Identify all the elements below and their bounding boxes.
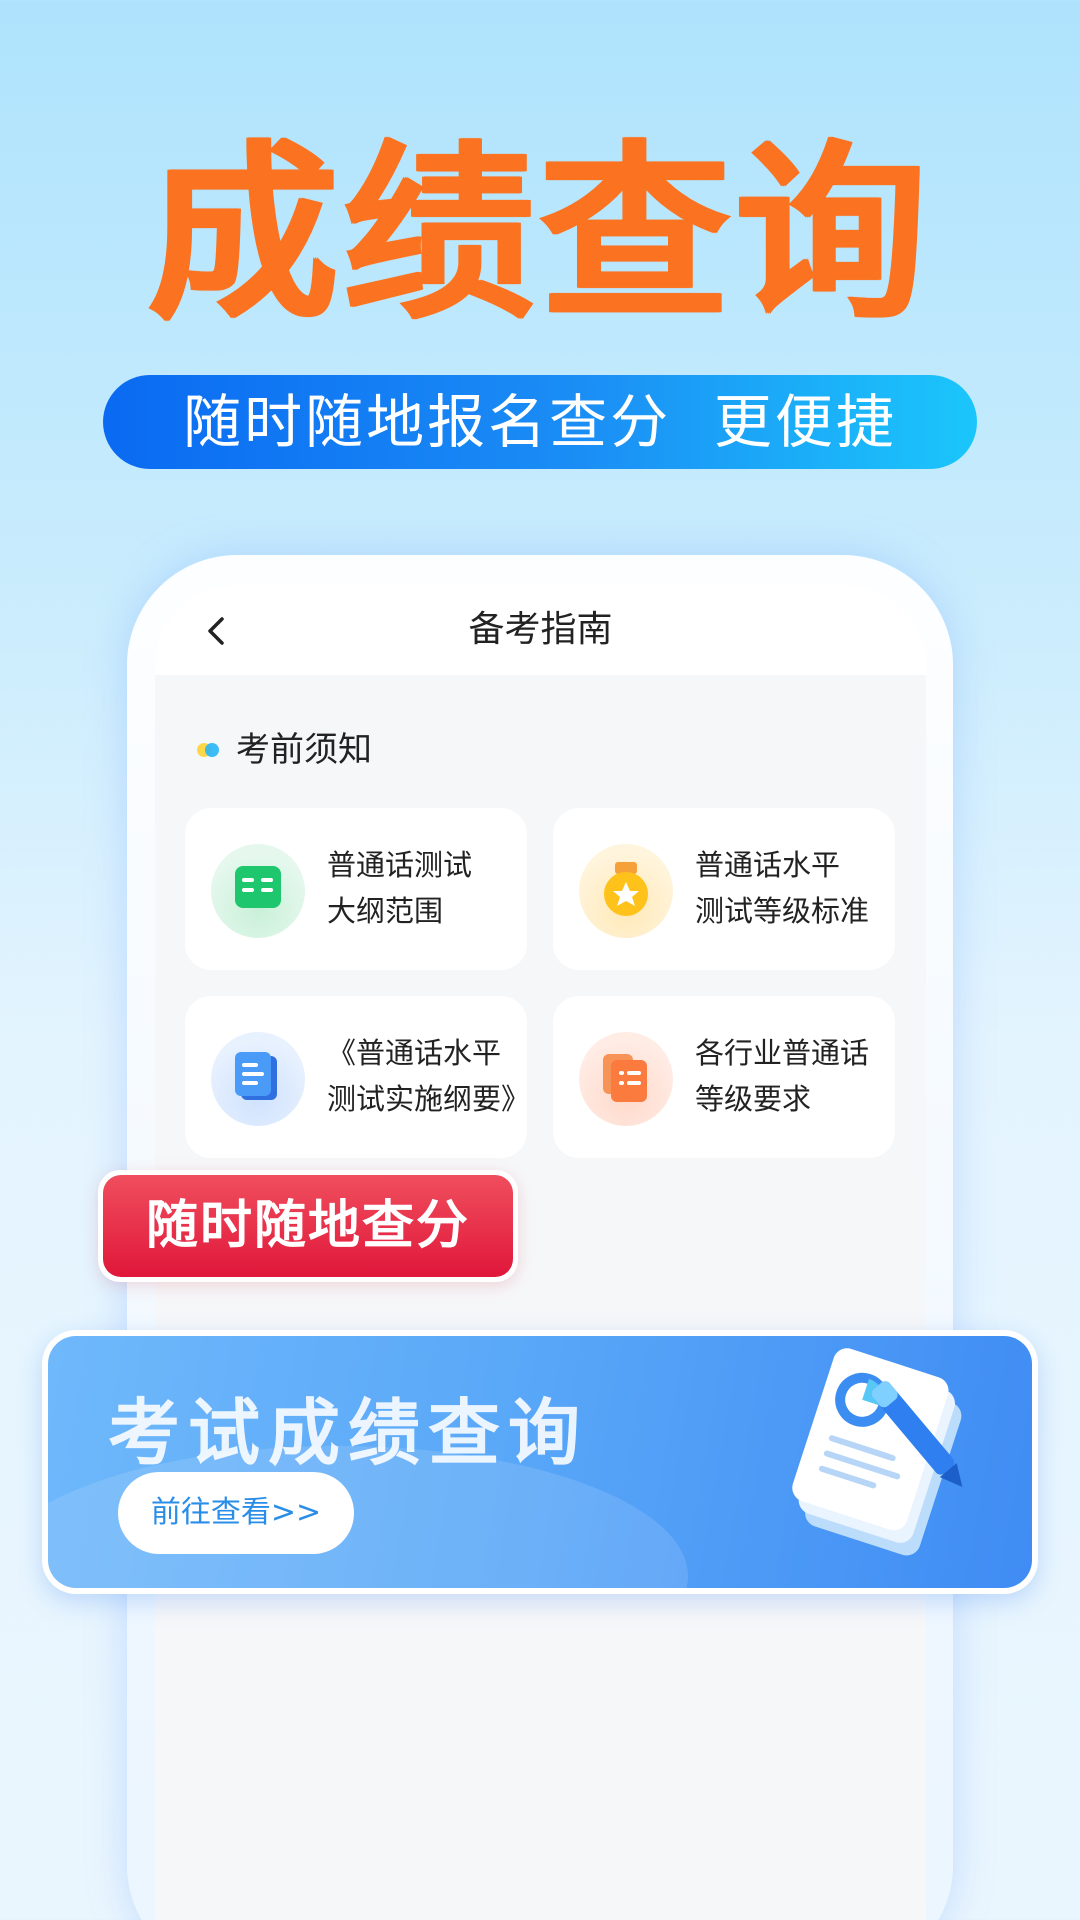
guide-card-industry[interactable]: 各行业普通话 等级要求 <box>553 996 895 1158</box>
guide-card-level-standard[interactable]: 普通话水平 测试等级标准 <box>553 808 895 970</box>
banner-body: 考试成绩查询 前往查看>> <box>48 1336 1032 1588</box>
nav-bar: 备考指南 <box>155 585 926 675</box>
card-label: 普通话水平 测试等级标准 <box>695 848 870 928</box>
view-button[interactable]: 前往查看>> <box>118 1472 354 1554</box>
badge-text: 随时随地查分 <box>103 1175 513 1277</box>
card-label: 普通话测试 大纲范围 <box>327 848 473 928</box>
guide-card-syllabus[interactable]: 普通话测试 大纲范围 <box>185 808 527 970</box>
banner-title: 考试成绩查询 <box>108 1391 589 1475</box>
medal-icon <box>579 844 673 938</box>
score-query-banner[interactable]: 考试成绩查询 前往查看>> <box>42 1330 1038 1594</box>
guide-card-implementation[interactable]: 《普通话水平 测试实施纲要》 <box>185 996 531 1158</box>
report-pen-icon <box>792 1348 963 1556</box>
card-label: 《普通话水平 测试实施纲要》 <box>327 1036 531 1116</box>
document-icon <box>211 1032 305 1126</box>
book-icon <box>211 844 305 938</box>
checklist-icon <box>579 1032 673 1126</box>
page-title: 备考指南 <box>468 609 613 650</box>
section-title: 考前须知 <box>236 730 372 770</box>
hero-title: 成绩查询 <box>147 124 932 345</box>
section-dots-icon <box>197 743 221 757</box>
slogan-banner: 随时随地报名查分 更便捷 <box>103 375 977 469</box>
score-anytime-badge: 随时随地查分 <box>98 1170 518 1282</box>
card-label: 各行业普通话 等级要求 <box>695 1036 870 1116</box>
